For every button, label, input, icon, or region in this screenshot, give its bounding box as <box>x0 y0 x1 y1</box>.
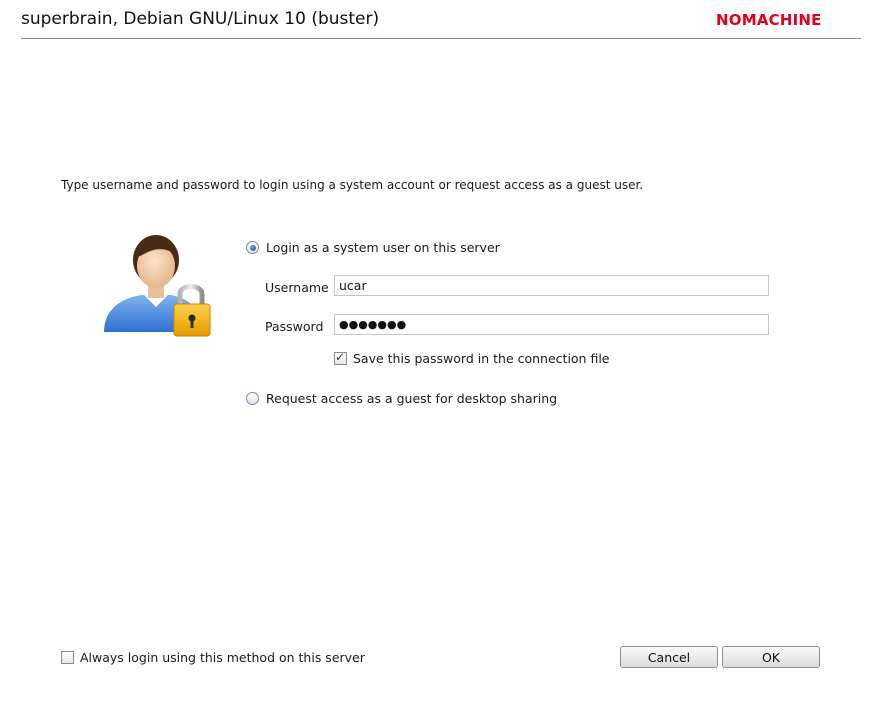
instructions-text: Type username and password to login usin… <box>61 178 644 192</box>
username-field[interactable]: ucar <box>334 275 769 296</box>
guest-access-radio[interactable] <box>246 392 259 405</box>
window-title: superbrain, Debian GNU/Linux 10 (buster) <box>21 9 380 29</box>
always-login-checkbox[interactable] <box>61 651 74 664</box>
login-system-user-option[interactable]: Login as a system user on this server <box>246 240 500 255</box>
save-password-option[interactable]: Save this password in the connection fil… <box>334 350 610 366</box>
guest-access-label: Request access as a guest for desktop sh… <box>266 391 558 406</box>
always-login-label: Always login using this method on this s… <box>80 650 365 665</box>
always-login-option[interactable]: Always login using this method on this s… <box>61 650 365 665</box>
guest-access-option[interactable]: Request access as a guest for desktop sh… <box>246 391 557 406</box>
password-label: Password <box>265 319 324 334</box>
save-password-checkbox[interactable] <box>334 350 347 365</box>
save-password-label: Save this password in the connection fil… <box>353 351 610 366</box>
ok-button[interactable]: OK <box>722 646 820 668</box>
system-user-label: Login as a system user on this server <box>266 240 500 255</box>
system-user-radio[interactable] <box>246 241 259 254</box>
nomachine-logo: NOMACHINE <box>716 11 822 29</box>
user-with-lock-icon <box>104 235 211 337</box>
password-field[interactable]: ●●●●●●● <box>334 314 769 335</box>
username-label: Username <box>265 280 329 295</box>
cancel-button[interactable]: Cancel <box>620 646 718 668</box>
header-divider <box>21 38 861 39</box>
